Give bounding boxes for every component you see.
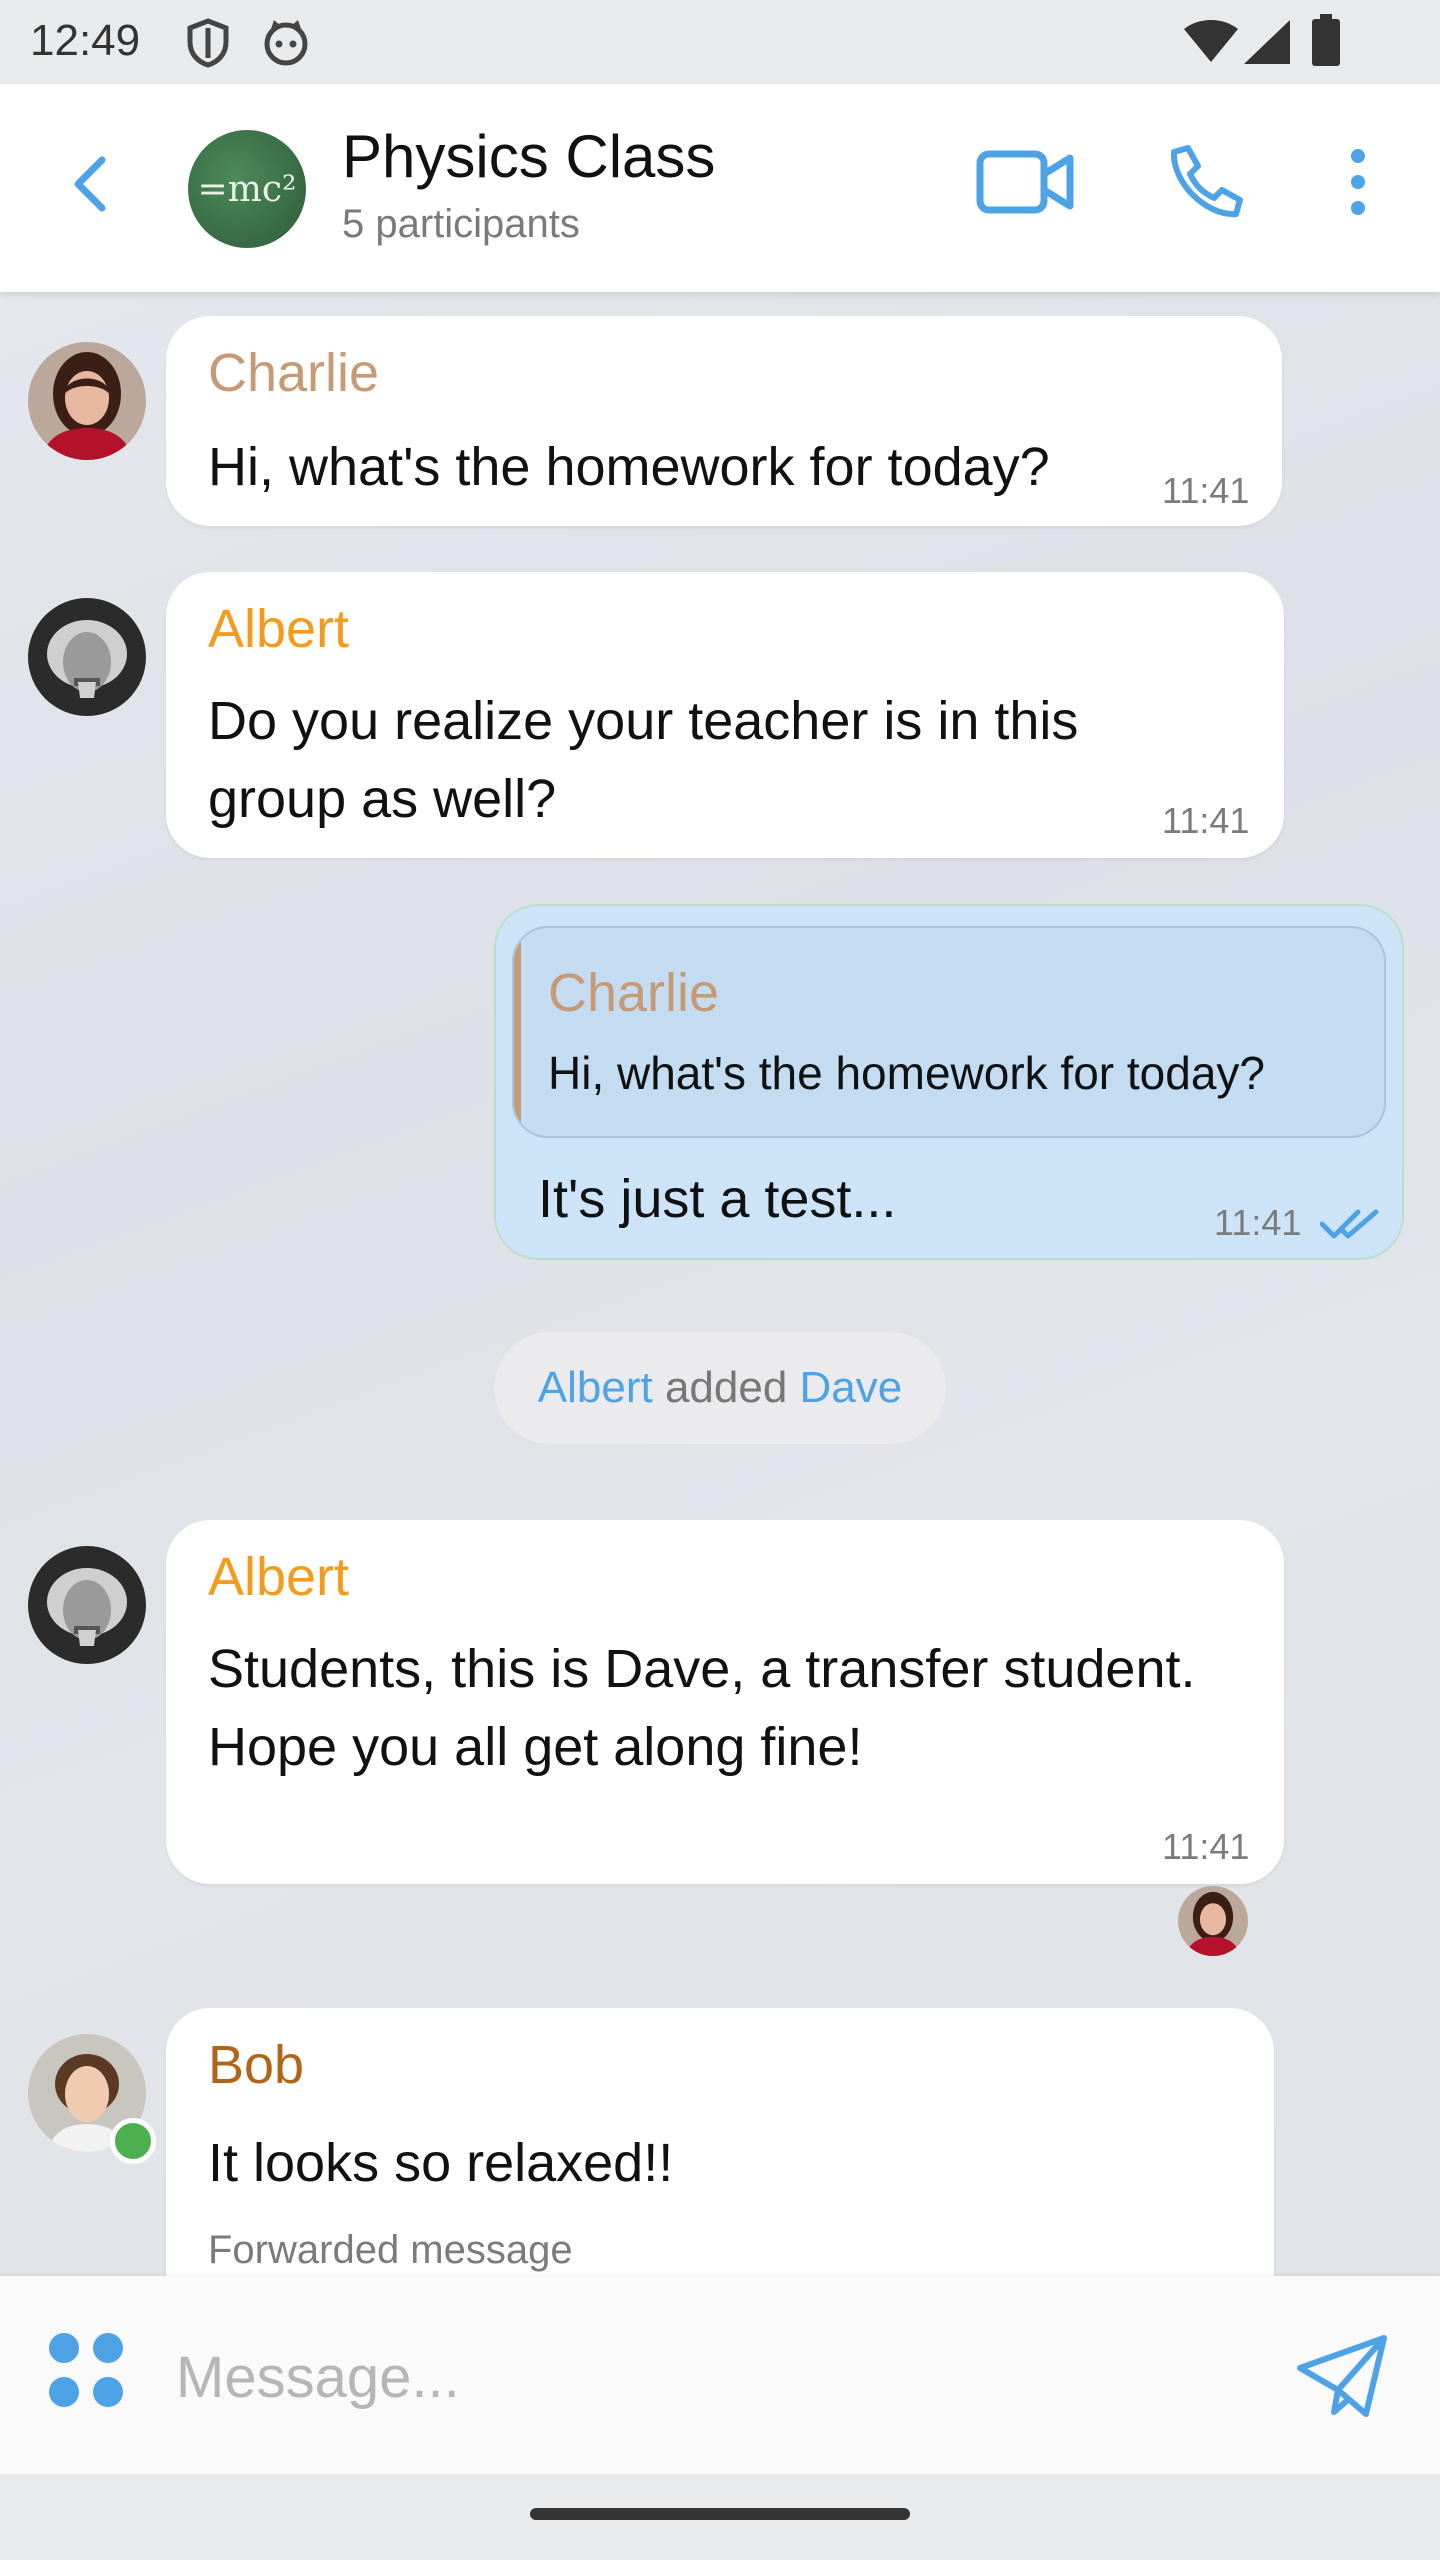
participant-count: 5 participants — [342, 202, 580, 246]
message-bubble[interactable]: Charlie Hi, what's the homework for toda… — [166, 316, 1282, 526]
system-action: added — [664, 1363, 788, 1412]
reply-quote[interactable]: Charlie Hi, what's the homework for toda… — [512, 926, 1386, 1138]
message-bubble[interactable]: Albert Do you realize your teacher is in… — [166, 572, 1284, 858]
chat-title[interactable]: Physics Class — [342, 122, 715, 191]
reply-bar — [514, 928, 521, 1136]
navigation-bar — [0, 2474, 1440, 2560]
forwarded-label: Forwarded message — [208, 2228, 573, 2272]
message-time: 11:41 — [1214, 1202, 1302, 1243]
message-text: It's just a test... — [538, 1169, 897, 1229]
reply-sender: Charlie — [548, 963, 720, 1023]
reply-text: Hi, what's the homework for today? — [548, 1047, 1265, 1099]
system-message: Albert added Dave — [494, 1332, 946, 1444]
chat-header: =mc² Physics Class 5 participants — [0, 84, 1440, 292]
online-indicator — [110, 2118, 156, 2164]
status-time: 12:49 — [30, 16, 141, 65]
system-target-link[interactable]: Dave — [800, 1363, 903, 1413]
group-avatar[interactable]: =mc² — [188, 130, 306, 248]
status-bar: 12:49 — [0, 0, 1440, 84]
avatar-albert[interactable] — [28, 1546, 146, 1664]
message-sender: Bob — [208, 2035, 305, 2095]
read-by-avatar[interactable] — [1178, 1886, 1248, 1956]
video-call-icon[interactable] — [976, 142, 1076, 222]
message-time: 11:41 — [1162, 1826, 1250, 1867]
back-arrow-icon[interactable] — [52, 144, 132, 224]
system-actor-link[interactable]: Albert — [538, 1363, 653, 1413]
read-receipt-icon — [1320, 1209, 1379, 1239]
message-time: 11:41 — [1162, 470, 1250, 511]
more-options-icon[interactable] — [1336, 142, 1380, 222]
cat-icon — [264, 20, 308, 66]
message-bubble[interactable]: Albert Students, this is Dave, a transfe… — [166, 1520, 1284, 1884]
send-icon[interactable] — [1296, 2334, 1388, 2418]
message-composer — [0, 2276, 1440, 2474]
attachment-menu-icon[interactable] — [46, 2330, 130, 2414]
shield-icon — [187, 18, 229, 68]
avatar-charlie[interactable] — [28, 342, 146, 460]
own-message-bubble[interactable]: Charlie Hi, what's the homework for toda… — [494, 904, 1404, 1260]
message-input[interactable] — [174, 2326, 1198, 2428]
message-text: Students, this is Dave, a transfer stude… — [208, 1639, 1196, 1777]
phone-call-icon[interactable] — [1166, 142, 1246, 222]
message-text: Hi, what's the homework for today? — [208, 437, 1050, 497]
battery-icon — [1312, 14, 1340, 66]
message-text: It looks so relaxed!! — [208, 2133, 674, 2193]
message-sender: Albert — [208, 1547, 350, 1607]
message-time: 11:41 — [1162, 800, 1250, 841]
message-text: Do you realize your teacher is in this g… — [208, 691, 1079, 829]
message-sender: Charlie — [208, 343, 380, 403]
wifi-icon — [1184, 20, 1238, 62]
group-avatar-text: =mc² — [197, 168, 297, 210]
cellular-icon — [1244, 20, 1290, 64]
message-sender: Albert — [208, 599, 350, 659]
home-gesture-handle[interactable] — [530, 2508, 910, 2520]
avatar-albert[interactable] — [28, 598, 146, 716]
